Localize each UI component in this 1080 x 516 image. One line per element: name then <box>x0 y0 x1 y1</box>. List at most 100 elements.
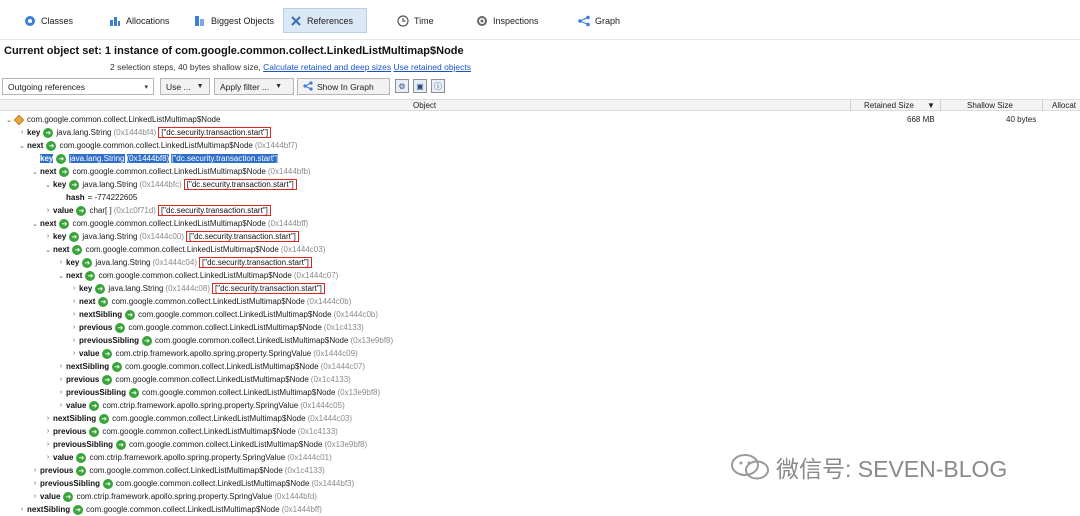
expand-arrow-icon[interactable]: › <box>43 207 53 214</box>
expand-arrow-icon[interactable]: › <box>43 428 53 435</box>
tree-row[interactable]: › key ➜ java.lang.String (0x1444bf4) ["dc.sec… <box>0 126 1080 139</box>
classes-icon <box>24 15 36 27</box>
use-retained-objects-link[interactable]: Use retained objects <box>394 62 472 72</box>
expand-arrow-icon[interactable]: › <box>69 285 79 292</box>
collapse-arrow-icon[interactable]: ⌄ <box>30 220 40 228</box>
tree-row[interactable]: ⌄ next ➜ com.google.common.collect.LinkedLi… <box>0 243 1080 256</box>
use-button[interactable]: Use ... ▼ <box>160 78 210 95</box>
expand-arrow-icon[interactable]: › <box>43 415 53 422</box>
tree-row[interactable]: › nextSibling ➜ com.google.common.collect.L… <box>0 503 1080 516</box>
expand-arrow-icon[interactable]: › <box>43 441 53 448</box>
reference-mode-select[interactable]: Outgoing references ▾ <box>2 78 154 95</box>
tree-row[interactable]: › previous ➜ com.google.common.collect.Link… <box>0 321 1080 334</box>
reference-arrow-icon: ➜ <box>102 374 113 385</box>
reference-arrow-icon: ➜ <box>69 179 80 190</box>
settings-gear-icon[interactable]: ⚙ <box>395 79 409 93</box>
expand-arrow-icon[interactable]: › <box>69 337 79 344</box>
expand-arrow-icon[interactable]: › <box>30 467 40 474</box>
column-shallow-size[interactable]: Shallow Size <box>967 101 1013 110</box>
tree-row[interactable]: hash = -774222605 <box>0 191 1080 204</box>
object-address: (0x1444c0b) <box>306 297 352 306</box>
reference-arrow-icon: ➜ <box>89 426 100 437</box>
object-address: (0x1444bff) <box>281 505 322 514</box>
expand-arrow-icon[interactable]: › <box>56 389 66 396</box>
string-value: ["dc.security.transaction.start"] <box>158 127 272 138</box>
tree-row[interactable]: ⌄ next ➜ com.google.common.collect.LinkedLi… <box>0 269 1080 282</box>
expand-arrow-icon[interactable]: › <box>69 350 79 357</box>
collapse-arrow-icon[interactable]: ⌄ <box>30 168 40 176</box>
object-address: (0x1c4133) <box>323 323 364 332</box>
tab-biggest-objects[interactable]: Biggest Objects <box>188 8 280 33</box>
info-icon[interactable]: ⓘ <box>431 79 445 93</box>
tree-row[interactable]: › value ➜ char[ ] (0x1c0f71d) ["dc.security.t… <box>0 204 1080 217</box>
collapse-arrow-icon[interactable]: ⌄ <box>17 142 27 150</box>
tree-row[interactable]: ⌄ next ➜ com.google.common.collect.LinkedLi… <box>0 165 1080 178</box>
tab-time[interactable]: Time <box>391 8 440 33</box>
tab-graph[interactable]: Graph <box>572 8 626 33</box>
tree-row[interactable]: › previous ➜ com.google.common.collect.Link… <box>0 373 1080 386</box>
expand-arrow-icon[interactable]: › <box>30 493 40 500</box>
tree-row[interactable]: ⌄ key ➜ java.lang.String (0x1444bfc) ["dc.sec… <box>0 178 1080 191</box>
calculate-sizes-link[interactable]: Calculate retained and deep sizes <box>263 62 391 72</box>
tree-row[interactable]: › value ➜ com.ctrip.framework.apollo.spring… <box>0 347 1080 360</box>
collapse-arrow-icon[interactable]: ⌄ <box>43 181 53 189</box>
tree-row[interactable]: › nextSibling ➜ com.google.common.collect.L… <box>0 412 1080 425</box>
field-class: com.google.common.collect.LinkedListMult… <box>138 310 332 319</box>
field-class: com.google.common.collect.LinkedListMult… <box>129 440 323 449</box>
column-allocation[interactable]: Allocat <box>1052 101 1076 110</box>
tree-row[interactable]: ⌄ next ➜ com.google.common.collect.LinkedLi… <box>0 139 1080 152</box>
column-retained-size[interactable]: Retained Size <box>864 101 914 110</box>
expand-arrow-icon[interactable]: › <box>30 480 40 487</box>
collapse-arrow-icon[interactable]: ⌄ <box>56 272 66 280</box>
tab-allocations[interactable]: Allocations <box>103 8 176 33</box>
expand-arrow-icon[interactable]: › <box>56 259 66 266</box>
field-class: java.lang.String <box>82 180 138 189</box>
tree-row[interactable]: › value ➜ com.ctrip.framework.apollo.spring… <box>0 399 1080 412</box>
tree-row[interactable]: › key ➜ java.lang.String (0x1444c04) ["dc.sec… <box>0 256 1080 269</box>
expand-arrow-icon[interactable]: › <box>69 324 79 331</box>
root-class: com.google.common.collect.LinkedListMult… <box>27 115 221 124</box>
current-object-set-title: Current object set: 1 instance of com.go… <box>4 45 464 57</box>
tab-classes[interactable]: Classes <box>18 8 79 33</box>
expand-arrow-icon[interactable]: › <box>17 506 27 513</box>
tree-row[interactable]: ⌄ next ➜ com.google.common.collect.LinkedLi… <box>0 217 1080 230</box>
tree-row[interactable]: › previousSibling ➜ com.google.common.colle… <box>0 334 1080 347</box>
field-name: value <box>79 349 100 358</box>
tree-row[interactable]: › previousSibling ➜ com.google.common.colle… <box>0 386 1080 399</box>
show-in-graph-button[interactable]: Show In Graph <box>297 78 390 95</box>
tree-row[interactable]: › value ➜ com.ctrip.framework.apollo.spring… <box>0 490 1080 503</box>
field-class: com.ctrip.framework.apollo.spring.proper… <box>89 453 286 462</box>
tree-row[interactable]: › key ➜ java.lang.String (0x1444c00) ["dc.sec… <box>0 230 1080 243</box>
reference-arrow-icon: ➜ <box>63 491 74 502</box>
reference-arrow-icon: ➜ <box>125 309 136 320</box>
expand-arrow-icon[interactable]: › <box>56 376 66 383</box>
expand-arrow-icon[interactable]: › <box>69 298 79 305</box>
export-icon[interactable]: ▣ <box>413 79 427 93</box>
reference-arrow-icon: ➜ <box>76 205 87 216</box>
time-icon <box>397 14 409 27</box>
root-row[interactable]: ⌄ com.google.common.collect.LinkedListMu… <box>0 113 1080 126</box>
expand-arrow-icon[interactable]: › <box>43 233 53 240</box>
tree-row[interactable]: › next ➜ com.google.common.collect.LinkedLi… <box>0 295 1080 308</box>
tab-inspections[interactable]: Inspections <box>470 8 545 33</box>
field-name: nextSibling <box>79 310 123 319</box>
tab-references[interactable]: References <box>283 8 367 33</box>
expand-arrow-icon[interactable]: › <box>56 363 66 370</box>
object-address: (0x1444bf8) <box>126 154 170 163</box>
object-address: (0x1444c07) <box>320 362 366 371</box>
object-address: (0x1444c0b) <box>333 310 379 319</box>
apply-filter-button[interactable]: Apply filter ... ▼ <box>214 78 294 95</box>
expand-arrow-icon[interactable]: › <box>56 402 66 409</box>
tree-row[interactable]: › key ➜ java.lang.String (0x1444c08) ["dc.sec… <box>0 282 1080 295</box>
reference-arrow-icon: ➜ <box>46 140 57 151</box>
column-object[interactable]: Object <box>413 101 436 110</box>
tree-row[interactable]: › previous ➜ com.google.common.collect.Link… <box>0 425 1080 438</box>
expand-arrow-icon[interactable]: › <box>69 311 79 318</box>
collapse-arrow-icon[interactable]: ⌄ <box>43 246 53 254</box>
tree-row[interactable]: key ➜ java.lang.String (0x1444bf8) ["dc.secu… <box>0 152 1080 165</box>
expand-arrow-icon[interactable]: › <box>43 454 53 461</box>
tree-row[interactable]: › nextSibling ➜ com.google.common.collect.L… <box>0 308 1080 321</box>
reference-arrow-icon: ➜ <box>59 218 70 229</box>
tree-row[interactable]: › nextSibling ➜ com.google.common.collect.L… <box>0 360 1080 373</box>
expand-arrow-icon[interactable]: › <box>17 129 27 136</box>
